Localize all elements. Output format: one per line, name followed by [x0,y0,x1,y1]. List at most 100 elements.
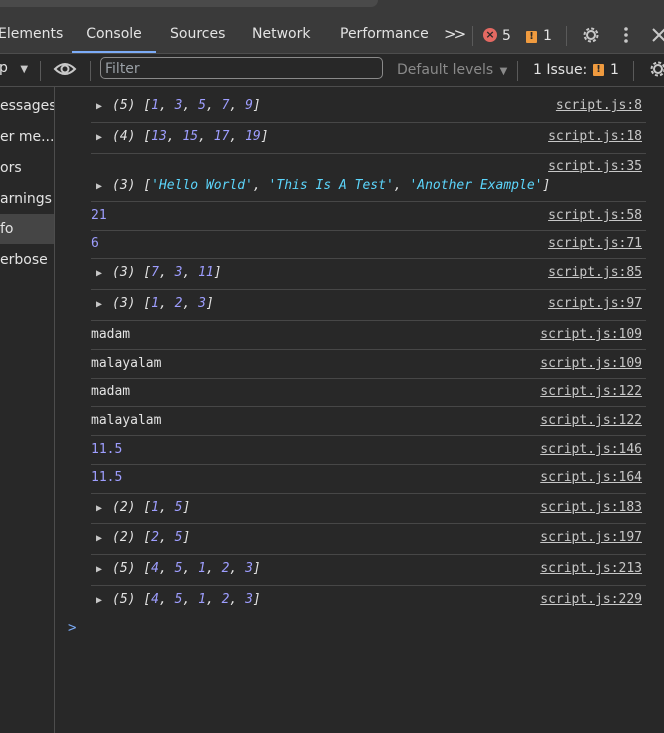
console-array-value: (2) [1, 5] [112,500,191,515]
console-row: malayalam script.js:122 [91,406,646,436]
warning-count[interactable]: 1 [543,28,552,44]
source-link[interactable]: script.js:8 [556,98,642,113]
expand-arrow-icon[interactable]: ▶ [96,503,104,514]
tab-sources[interactable]: Sources [170,18,225,53]
source-link[interactable]: script.js:18 [548,129,642,144]
close-icon[interactable] [652,27,664,47]
gear-icon[interactable] [581,25,601,49]
console-row[interactable]: ▶ (5) [4, 5, 1, 2, 3] script.js:213 [91,554,646,586]
expand-arrow-icon[interactable]: ▶ [96,595,104,606]
source-link[interactable]: script.js:35 [548,159,642,174]
array-item: 1 [151,296,159,311]
tab-network[interactable]: Network [252,18,310,53]
kebab-menu-icon[interactable] [624,27,628,47]
error-icon[interactable]: × [483,28,497,42]
console-row: 11.5 script.js:146 [91,435,646,465]
array-item: 2 [151,530,159,545]
sidebar-item-label: er me... [0,129,54,145]
divider [633,61,634,81]
source-link[interactable]: script.js:58 [548,208,642,223]
console-array-value: (5) [4, 5, 1, 2, 3] [112,592,261,607]
console-row: malayalam script.js:109 [91,349,646,379]
source-link[interactable]: script.js:122 [540,413,642,428]
source-link[interactable]: script.js:213 [540,561,642,576]
expand-arrow-icon[interactable]: ▶ [96,564,104,575]
array-item: 'Another Example' [409,178,543,193]
source-link[interactable]: script.js:229 [540,592,642,607]
expand-arrow-icon[interactable]: ▶ [96,268,104,279]
console-row[interactable]: ▶ (5) [4, 5, 1, 2, 3] script.js:229 [91,585,646,616]
array-length: (4) [112,129,144,144]
console-row[interactable]: ▶ (3) [7, 3, 11] script.js:85 [91,258,646,290]
issues-count: 1 [610,62,619,78]
console-prompt[interactable]: > [68,620,76,636]
source-link[interactable]: script.js:109 [540,356,642,371]
array-item: 3 [245,592,253,607]
source-link[interactable]: script.js:197 [540,530,642,545]
expand-arrow-icon[interactable]: ▶ [96,299,104,310]
eye-icon[interactable] [53,60,77,82]
array-item: 3 [174,265,183,280]
context-selector[interactable]: p ▼ [0,60,28,76]
console-settings-gear-icon[interactable] [648,59,664,83]
source-link[interactable]: script.js:85 [548,265,642,280]
source-link[interactable]: script.js:97 [548,296,642,311]
array-item: 2 [221,561,230,576]
console-row[interactable]: ▶ (2) [2, 5] script.js:197 [91,523,646,555]
array-length: (3) [112,265,144,280]
log-levels-dropdown[interactable]: Default levels ▼ [397,62,507,78]
array-item: 19 [245,129,261,144]
array-item: 15 [182,129,199,144]
console-row[interactable]: ▶ (5) [1, 3, 5, 7, 9] script.js:8 [91,92,646,123]
array-item: 17 [213,129,230,144]
divider [90,61,91,81]
expand-arrow-icon[interactable]: ▶ [96,101,104,112]
array-item: 'Hello World' [151,178,253,193]
source-link[interactable]: script.js:109 [540,327,642,342]
expand-arrow-icon[interactable]: ▶ [96,533,104,544]
array-length: (5) [112,592,144,607]
source-link[interactable]: script.js:71 [548,236,642,251]
tab-performance[interactable]: Performance [340,18,429,53]
more-tabs-button[interactable]: >> [444,18,466,53]
array-item: 1 [151,500,159,515]
console-array-value: (5) [4, 5, 1, 2, 3] [112,561,261,576]
sidebar-item-verbose[interactable]: erbose [0,245,54,275]
warning-icon[interactable]: ! [526,31,537,43]
sidebar-item-errors[interactable]: ors [0,153,54,183]
console-row[interactable]: ▶ (4) [13, 15, 17, 19] script.js:18 [91,122,646,154]
array-item: 4 [151,592,159,607]
array-item: 4 [151,561,159,576]
array-item: 9 [245,98,253,113]
array-length: (5) [112,98,144,113]
console-row[interactable]: ▶ (3) ['Hello World', 'This Is A Test', '… [91,153,646,202]
chevron-down-icon: ▼ [499,66,508,77]
console-row[interactable]: ▶ (3) [1, 2, 3] script.js:97 [91,289,646,321]
source-link[interactable]: script.js:183 [540,500,642,515]
array-item: 5 [198,98,206,113]
error-count[interactable]: 5 [502,28,511,44]
console-array-value: (2) [2, 5] [112,530,191,545]
tab-console[interactable]: Console [72,18,156,53]
source-link[interactable]: script.js:146 [540,442,642,457]
filter-input[interactable]: Filter [100,57,383,79]
array-item: 3 [174,98,183,113]
expand-arrow-icon[interactable]: ▶ [96,181,104,192]
array-item: 'This Is A Test' [268,178,394,193]
array-item: 3 [245,561,253,576]
source-link[interactable]: script.js:122 [540,384,642,399]
source-link[interactable]: script.js:164 [540,470,642,485]
sidebar-item-user-messages[interactable]: er me... [0,122,54,152]
sidebar-item-messages[interactable]: essages [0,91,54,121]
array-length: (2) [112,500,144,515]
console-row[interactable]: ▶ (2) [1, 5] script.js:183 [91,493,646,524]
expand-arrow-icon[interactable]: ▶ [96,132,104,143]
issues-button[interactable]: 1 Issue: [533,62,587,78]
array-length: (3) [112,178,144,193]
tab-elements[interactable]: Elements [0,18,63,53]
console-array-value: (3) ['Hello World', 'This Is A Test', 'A… [112,178,551,193]
sidebar-item-info[interactable]: fo [0,214,54,244]
window-top-strip [0,0,664,18]
sidebar-item-warnings[interactable]: arnings [0,184,54,214]
array-item: 1 [198,592,206,607]
